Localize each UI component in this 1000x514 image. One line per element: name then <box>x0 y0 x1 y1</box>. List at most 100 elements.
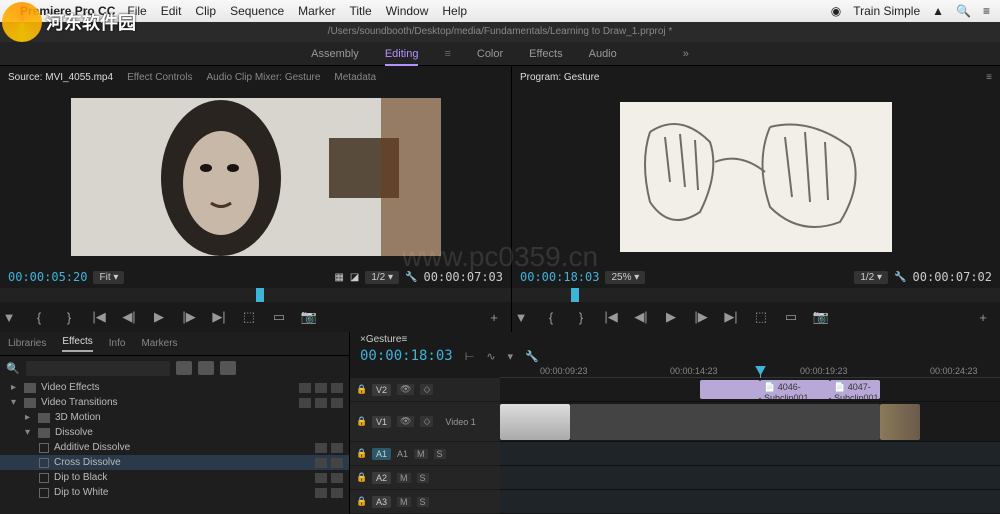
prog-out-icon[interactable]: } <box>572 310 590 325</box>
program-resolution-dropdown[interactable]: 1/2 ▾ <box>854 271 888 284</box>
source-timecode[interactable]: 00:00:05:20 <box>8 270 87 284</box>
prog-marker-icon[interactable]: ▼ <box>512 310 530 325</box>
program-timecode[interactable]: 00:00:18:03 <box>520 270 599 284</box>
prog-wrench-icon[interactable]: 🔧 <box>894 272 906 283</box>
solo-icon[interactable]: S <box>417 497 429 507</box>
track-header-a2[interactable]: 🔒A2MS <box>350 466 500 490</box>
track-a1[interactable] <box>500 442 1000 466</box>
tab-effect-controls[interactable]: Effect Controls <box>127 72 192 83</box>
menu-clip[interactable]: Clip <box>195 4 216 18</box>
prog-play-icon[interactable]: ▶ <box>662 309 680 325</box>
app-name[interactable]: Premiere Pro CC <box>20 4 115 18</box>
tl-snap-icon[interactable]: ⊢ <box>465 350 475 363</box>
source-resolution-dropdown[interactable]: 1/2 ▾ <box>365 271 399 284</box>
source-time-ruler[interactable] <box>0 288 511 302</box>
tab-markers[interactable]: Markers <box>141 338 177 349</box>
effects-folder-dissolve[interactable]: ▾Dissolve <box>0 425 349 440</box>
tl-link-icon[interactable]: ∿ <box>486 350 495 363</box>
program-time-ruler[interactable] <box>512 288 1000 302</box>
menu-edit[interactable]: Edit <box>161 4 182 18</box>
src-insert-icon[interactable]: ⬚ <box>240 309 258 325</box>
prog-extract-icon[interactable]: ▭ <box>782 309 800 325</box>
src-export-frame-icon[interactable]: 📷 <box>300 309 318 325</box>
src-wrench-icon[interactable]: 🔧 <box>405 272 417 283</box>
src-play-icon[interactable]: ▶ <box>150 309 168 325</box>
src-goto-out-icon[interactable]: ▶| <box>210 309 228 325</box>
prog-add-button-icon[interactable]: + <box>974 310 992 325</box>
workspace-name[interactable]: Train Simple <box>853 4 920 18</box>
menu-title[interactable]: Title <box>349 4 371 18</box>
ws-assembly[interactable]: Assembly <box>311 48 359 60</box>
effects-folder-video-transitions[interactable]: ▾Video Transitions <box>0 395 349 410</box>
clip-v2-1[interactable] <box>700 380 760 399</box>
tab-source[interactable]: Source: MVI_4055.mp4 <box>8 72 113 83</box>
prog-lift-icon[interactable]: ⬚ <box>752 309 770 325</box>
effect-additive-dissolve[interactable]: Additive Dissolve <box>0 440 349 455</box>
tab-program[interactable]: Program: Gesture <box>520 72 599 83</box>
src-add-button-icon[interactable]: + <box>485 310 503 325</box>
toggle-output-icon[interactable]: 👁 <box>397 416 414 427</box>
clip-v1-thumb[interactable] <box>880 404 920 440</box>
toggle-sync-icon[interactable]: ◇ <box>420 384 433 395</box>
program-panel-menu-icon[interactable]: ≡ <box>986 72 992 83</box>
effects-folder-3d-motion[interactable]: ▸3D Motion <box>0 410 349 425</box>
clip-v2-subclip-4046[interactable]: 📄 4046-Subclip001 <box>760 380 830 399</box>
source-viewer[interactable] <box>0 88 511 266</box>
menu-help[interactable]: Help <box>442 4 467 18</box>
src-step-back-icon[interactable]: ◀| <box>120 309 138 325</box>
menu-marker[interactable]: Marker <box>298 4 335 18</box>
src-goto-in-icon[interactable]: |◀ <box>90 309 108 325</box>
lock-icon[interactable]: 🔒 <box>356 416 366 427</box>
prog-goto-out-icon[interactable]: ▶| <box>722 309 740 325</box>
toggle-sync-icon[interactable]: ◇ <box>420 416 433 427</box>
ws-editing[interactable]: Editing <box>385 48 419 60</box>
clip-v1-1[interactable] <box>500 404 570 440</box>
lock-icon[interactable]: 🔒 <box>356 448 366 459</box>
effects-folder-video-effects[interactable]: ▸Video Effects <box>0 380 349 395</box>
user-icon[interactable]: ▲ <box>932 4 944 18</box>
ws-overflow-icon[interactable]: » <box>683 48 689 60</box>
clip-v1-main[interactable] <box>570 404 880 440</box>
ws-editing-menu-icon[interactable]: ≡ <box>444 48 450 60</box>
lock-icon[interactable]: 🔒 <box>356 472 366 483</box>
prog-step-fwd-icon[interactable]: |▶ <box>692 309 710 325</box>
src-overwrite-icon[interactable]: ▭ <box>270 309 288 325</box>
track-a3[interactable] <box>500 490 1000 514</box>
lock-icon[interactable]: 🔒 <box>356 496 366 507</box>
track-header-a3[interactable]: 🔒A3MS <box>350 490 500 514</box>
menu-sequence[interactable]: Sequence <box>230 4 284 18</box>
tab-libraries[interactable]: Libraries <box>8 338 46 349</box>
track-content[interactable]: 📄 4046-Subclip001 📄 4047-Subclip001 <box>500 378 1000 514</box>
program-zoom-dropdown[interactable]: 25% ▾ <box>605 271 645 284</box>
menu-icon[interactable]: ≡ <box>983 4 990 18</box>
search-icon[interactable]: 🔍 <box>956 4 971 18</box>
prog-in-icon[interactable]: { <box>542 310 560 325</box>
cc-sync-icon[interactable]: ◉ <box>831 4 841 18</box>
prog-goto-in-icon[interactable]: |◀ <box>602 309 620 325</box>
tab-metadata[interactable]: Metadata <box>334 72 376 83</box>
ws-color[interactable]: Color <box>477 48 503 60</box>
tl-settings-icon[interactable]: 🔧 <box>525 350 539 363</box>
effects-filter-accel-icon[interactable] <box>176 361 192 375</box>
ws-audio[interactable]: Audio <box>589 48 617 60</box>
timeline-tab[interactable]: × Gesture ≡ <box>350 332 1000 347</box>
lock-icon[interactable]: 🔒 <box>356 384 366 395</box>
effect-dip-to-white[interactable]: Dip to White <box>0 485 349 500</box>
src-snapshot-icon[interactable]: ▦ <box>334 272 343 283</box>
tl-marker-icon[interactable]: ▾ <box>508 350 514 363</box>
track-v2[interactable]: 📄 4046-Subclip001 📄 4047-Subclip001 <box>500 378 1000 402</box>
tab-info[interactable]: Info <box>109 338 126 349</box>
menu-file[interactable]: File <box>127 4 146 18</box>
tab-audio-clip-mixer[interactable]: Audio Clip Mixer: Gesture <box>206 72 320 83</box>
effect-cross-dissolve[interactable]: Cross Dissolve <box>0 455 349 470</box>
track-header-v1[interactable]: 🔒V1👁◇Video 1 <box>350 402 500 442</box>
effect-dip-to-black[interactable]: Dip to Black <box>0 470 349 485</box>
effects-filter-32bit-icon[interactable] <box>198 361 214 375</box>
solo-icon[interactable]: S <box>434 449 446 459</box>
track-header-v2[interactable]: 🔒V2👁◇ <box>350 378 500 402</box>
tab-effects[interactable]: Effects <box>62 336 92 352</box>
src-settings-icon[interactable]: ◪ <box>350 272 359 283</box>
effects-filter-yuv-icon[interactable] <box>220 361 236 375</box>
solo-icon[interactable]: S <box>417 473 429 483</box>
clip-v2-subclip-4047[interactable]: 📄 4047-Subclip001 <box>830 380 880 399</box>
